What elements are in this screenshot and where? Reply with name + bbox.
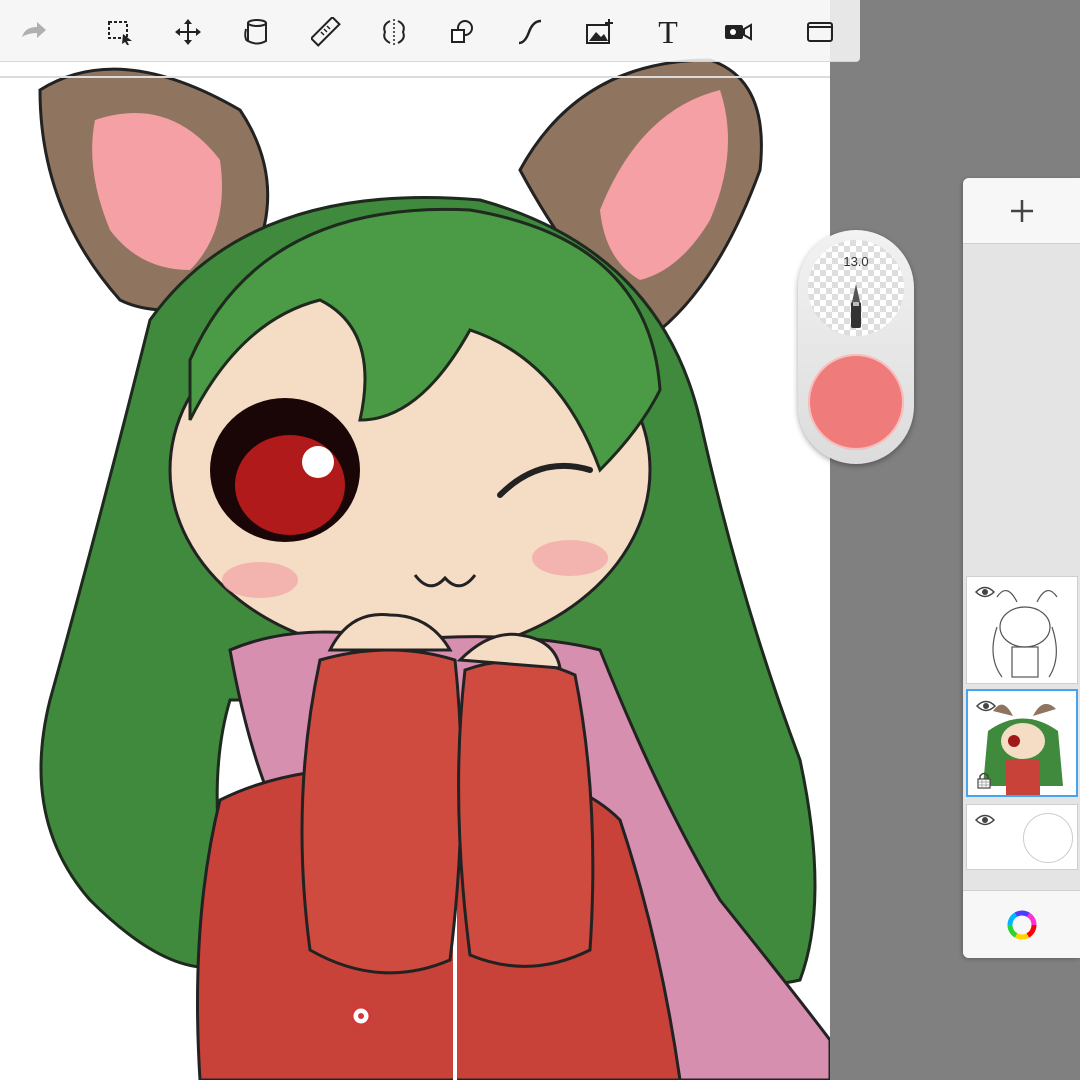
rotate-canvas-icon[interactable] [349,1004,373,1028]
brush-size-control[interactable]: 13.0 [808,240,904,336]
visibility-eye-icon[interactable] [975,813,995,827]
curve-icon[interactable] [508,10,552,54]
brush-size-value: 13.0 [843,254,869,269]
fill-icon[interactable] [235,10,279,54]
background-color-swatch[interactable] [1023,813,1073,863]
brush-color-swatch[interactable] [808,354,904,450]
layer-sketch[interactable] [966,576,1078,684]
layer-background[interactable] [966,804,1078,870]
artwork [38,58,830,1080]
layers-panel [963,178,1080,958]
drawing-canvas[interactable] [0,0,830,1080]
color-editor-button[interactable] [963,890,1080,958]
brush-puck[interactable]: 13.0 [798,230,914,464]
visibility-eye-icon[interactable] [976,699,996,713]
add-layer-button[interactable] [963,178,1080,244]
selection-icon[interactable] [98,10,142,54]
shapes-icon[interactable] [440,10,484,54]
text-tool-label: T [658,14,678,50]
record-video-icon[interactable] [716,10,760,54]
transform-icon[interactable] [166,10,210,54]
lock-icon[interactable] [976,771,992,789]
color-wheel-icon [1007,910,1036,939]
symmetry-icon[interactable] [372,10,416,54]
import-image-icon[interactable] [578,10,622,54]
pencil-tip-icon [851,284,861,328]
fullscreen-icon[interactable] [798,10,842,54]
redo-icon[interactable] [12,10,56,54]
visibility-eye-icon[interactable] [975,585,995,599]
plus-icon [1010,199,1033,222]
ruler-icon[interactable] [304,10,348,54]
text-icon[interactable]: T [646,10,690,54]
top-toolbar: T [0,0,860,62]
canvas-edge [0,76,830,78]
layer-color[interactable] [966,689,1078,797]
